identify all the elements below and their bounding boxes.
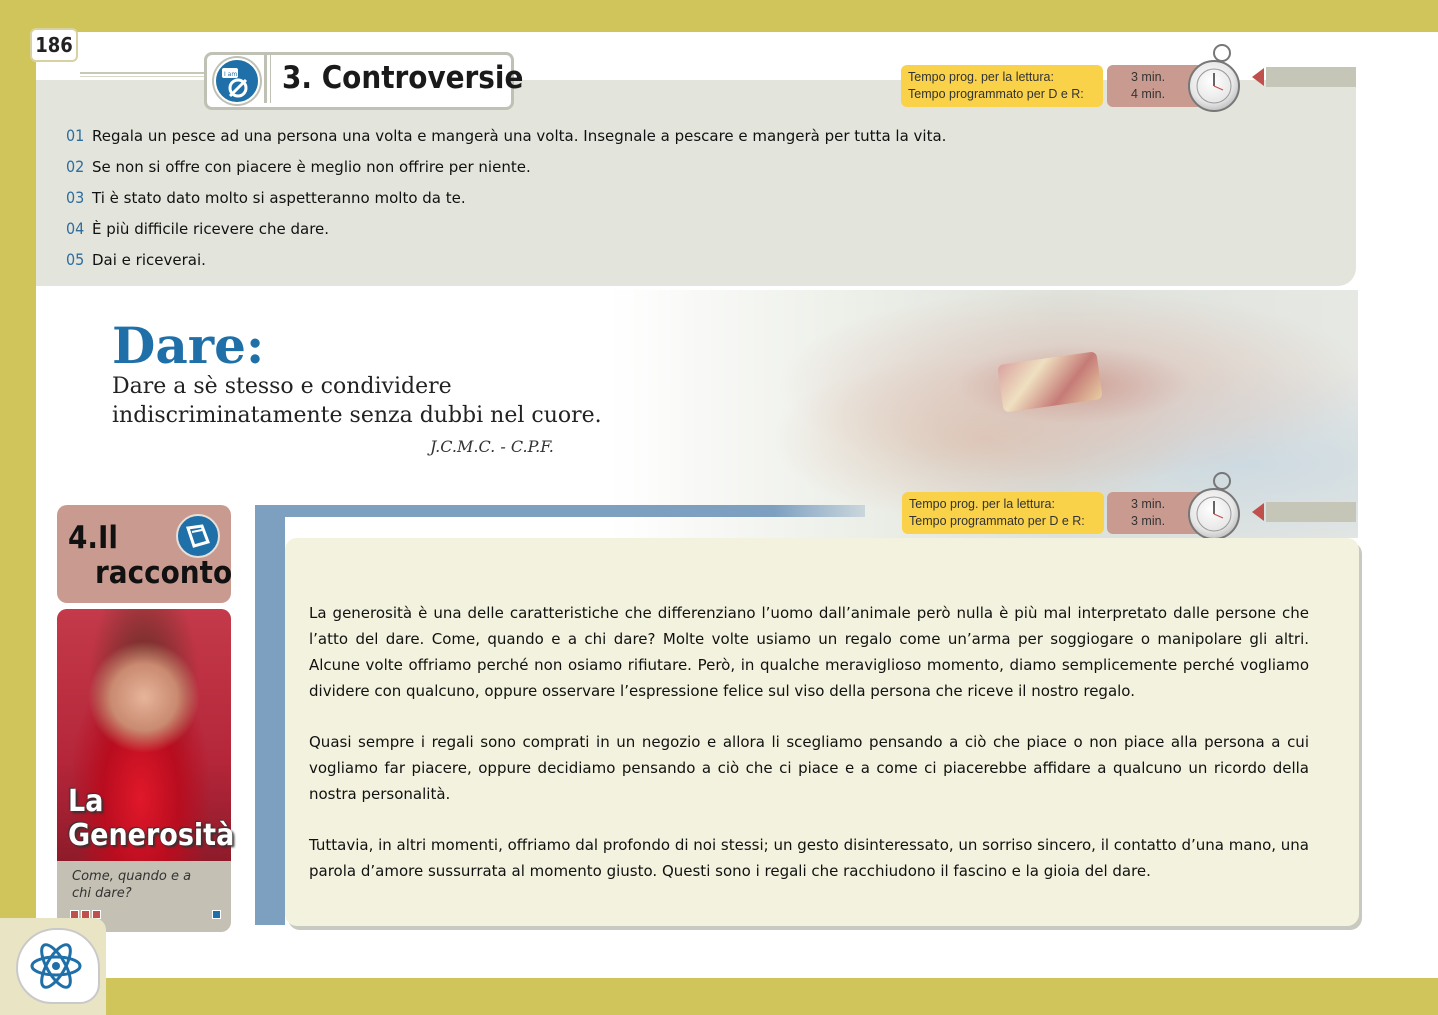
- story-card-title-line2: Generosità: [68, 818, 235, 853]
- item-number: 02: [66, 157, 85, 176]
- story-paragraph: Quasi sempre i regali sono comprati in u…: [309, 733, 1309, 803]
- discussion-time-label: Tempo programmato per D e R:: [908, 87, 1084, 101]
- story-card-question: Come, quando e a chi dare?: [72, 869, 192, 901]
- stopwatch-face: [1196, 68, 1232, 104]
- reading-time-labels: Tempo prog. per la lettura: Tempo progra…: [901, 65, 1103, 107]
- list-item: 03 Ti è stato dato molto si aspetteranno…: [66, 188, 946, 219]
- progress-strip: [1266, 67, 1356, 87]
- arrow-marker: [1252, 503, 1264, 521]
- quote-text: Dare a sè stesso e condividere indiscrim…: [112, 374, 602, 428]
- title-separator-thin: [270, 55, 271, 103]
- story-text: La generosità è una delle caratteristich…: [309, 600, 1309, 909]
- quote-author: J.C.M.C. - C.P.F.: [430, 437, 554, 456]
- story-paragraph: Tuttavia, in altri momenti, offriamo dal…: [309, 836, 1309, 880]
- book-icon-graphic: [186, 524, 210, 548]
- story-paragraph: La generosità è una delle caratteristich…: [309, 604, 1309, 700]
- item-text: Ti è stato dato molto si aspetteranno mo…: [92, 189, 466, 207]
- item-text: Regala un pesce ad una persona una volta…: [92, 127, 947, 145]
- stopwatch-icon: [1188, 488, 1240, 540]
- stopwatch-icon: [1188, 60, 1240, 112]
- item-number: 04: [66, 219, 85, 238]
- story-heading-line1: 4.Il: [68, 520, 118, 556]
- header-rule: [80, 72, 210, 74]
- story-heading-line2: racconto: [95, 555, 233, 591]
- story-reading-time-label: Tempo prog. per la lettura:: [909, 497, 1055, 511]
- stopwatch-face: [1196, 496, 1232, 532]
- atom-graphic: [30, 943, 82, 989]
- controversies-list: 01 Regala un pesce ad una persona una vo…: [66, 126, 946, 281]
- item-number: 01: [66, 126, 85, 145]
- title-separator: [264, 55, 267, 103]
- story-frame-left: [255, 505, 285, 925]
- story-discussion-time-label: Tempo programmato per D e R:: [909, 514, 1085, 528]
- person-icon-graphic: I am...: [222, 68, 248, 98]
- story-card-title-line1: La: [68, 784, 104, 819]
- progress-strip: [1266, 502, 1356, 522]
- quote-title: Dare:: [112, 316, 265, 375]
- header-rule-thin: [80, 76, 210, 77]
- list-item: 02 Se non si offre con piacere è meglio …: [66, 157, 946, 188]
- arrow-marker: [1252, 68, 1264, 86]
- person-icon: I am...: [214, 58, 260, 104]
- item-number: 03: [66, 188, 85, 207]
- item-text: Se non si offre con piacere è meglio non…: [92, 158, 531, 176]
- story-reading-time-labels: Tempo prog. per la lettura: Tempo progra…: [902, 492, 1104, 534]
- reading-time-label: Tempo prog. per la lettura:: [908, 70, 1054, 84]
- item-text: Dai e riceverai.: [92, 251, 206, 269]
- item-text: È più difficile ricevere che dare.: [92, 220, 330, 238]
- atom-head-logo-icon: [16, 928, 100, 1004]
- list-item: 01 Regala un pesce ad una persona una vo…: [66, 126, 946, 157]
- list-item: 04 È più difficile ricevere che dare.: [66, 219, 946, 250]
- story-frame-top: [255, 505, 865, 517]
- nav-dot-current: [212, 910, 221, 919]
- section-title: 3. Controversie: [282, 60, 524, 96]
- page-number: 186: [30, 28, 78, 62]
- book-icon: [176, 514, 220, 558]
- item-number: 05: [66, 250, 85, 269]
- list-item: 05 Dai e riceverai.: [66, 250, 946, 281]
- icon-caption: I am...: [224, 71, 243, 78]
